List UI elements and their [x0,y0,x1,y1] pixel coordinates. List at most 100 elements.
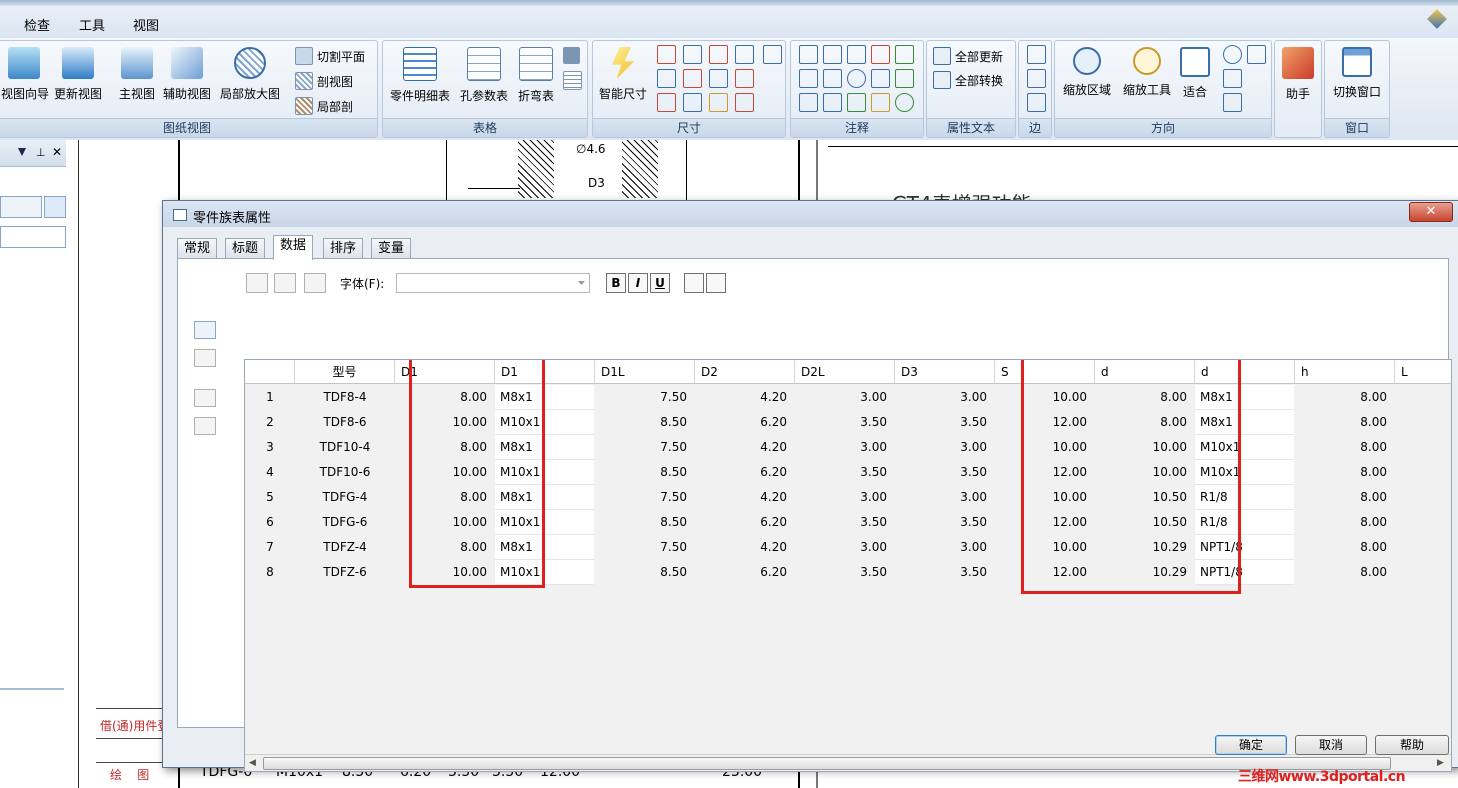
fit-button[interactable]: 适合 [1179,45,1211,100]
align-left-icon[interactable] [684,273,704,293]
grid-cell[interactable]: 23.0 [1395,460,1451,485]
grid-column-header[interactable]: h [1295,360,1395,384]
menu-tools[interactable]: 工具 [79,15,105,34]
grid-cell[interactable]: 4.20 [695,485,795,510]
underline-button[interactable]: U [650,273,670,293]
bend-table-button[interactable]: 折弯表 [515,45,557,104]
dialog-title-bar[interactable]: 零件族表属性 ✕ [163,201,1458,227]
panel-filter-select[interactable] [0,226,66,248]
grid-cell[interactable]: 8.00 [1295,560,1395,585]
bom-button[interactable]: 零件明细表 [387,45,453,104]
smart-dimension-button[interactable]: 智能尺寸 [595,45,651,102]
grid-cell[interactable]: 3.00 [895,435,995,460]
pin-icon[interactable]: ⊥ [36,146,46,159]
grid-cell[interactable]: 3.50 [895,410,995,435]
grid-cell[interactable]: 8.00 [1295,385,1395,410]
annotation-tool-14-icon[interactable] [871,93,890,112]
grid-cell[interactable]: 8.00 [1295,460,1395,485]
menu-view[interactable]: 视图 [133,15,159,34]
grid-cell[interactable]: 21.0 [1395,535,1451,560]
row-number[interactable]: 5 [245,485,295,510]
scroll-right-icon[interactable]: ▶ [1437,758,1444,768]
help-diamond-icon[interactable] [1427,9,1447,29]
grid-column-header[interactable]: D3 [895,360,995,384]
main-view-button[interactable]: 主视图 [117,45,157,102]
insert-row-icon[interactable] [246,273,268,293]
aux-view-button[interactable]: 辅助视图 [161,45,213,102]
dimension-tool-1-icon[interactable] [657,45,676,64]
help-button[interactable]: 帮助 [1375,735,1449,755]
ok-button[interactable]: 确定 [1215,735,1287,755]
annotation-tool-2-icon[interactable] [823,45,842,64]
panel-dropdown-icon[interactable] [18,148,26,156]
grid-cell[interactable]: 3.50 [795,460,895,485]
table-tool-icon[interactable] [563,47,580,64]
add-row-icon[interactable] [194,321,216,339]
grid-cell[interactable]: TDFG-6 [295,510,395,535]
grid-cell[interactable]: 21.0 [1395,485,1451,510]
switch-window-button[interactable]: 切换窗口 [1329,45,1385,100]
annotation-tool-13-icon[interactable] [847,93,866,112]
grid-cell[interactable]: 3.50 [895,560,995,585]
tab-sort[interactable]: 排序 [323,238,364,259]
row-number[interactable]: 7 [245,535,295,560]
tab-data[interactable]: 数据 [273,235,314,260]
grid-cell[interactable]: 21.0 [1395,385,1451,410]
hole-table-button[interactable]: 孔参数表 [457,45,511,104]
annotation-tool-8-icon[interactable] [847,69,866,88]
grid-cell[interactable]: 3.00 [795,435,895,460]
grid-cell[interactable]: 7.50 [595,385,695,410]
remove-row-icon[interactable] [194,349,216,367]
grid-column-header[interactable]: D2 [695,360,795,384]
grid-cell[interactable]: 7.50 [595,485,695,510]
dimension-tool-3-icon[interactable] [709,45,728,64]
scrollbar-thumb[interactable] [263,757,1391,770]
delete-row-icon[interactable] [274,273,296,293]
scroll-left-icon[interactable]: ◀ [249,758,256,768]
grid-cell[interactable]: 8.50 [595,460,695,485]
grid-cell[interactable]: TDF8-6 [295,410,395,435]
dimension-tool-9-icon[interactable] [657,93,676,112]
annotation-tool-3-icon[interactable] [847,45,866,64]
text-dimension-icon[interactable] [763,45,782,64]
grid-cell[interactable]: 23.0 [1395,560,1451,585]
zoom-tool-button[interactable]: 缩放工具 [1119,45,1175,98]
grid-column-header[interactable]: L [1395,360,1451,384]
grid-cell[interactable]: 3.00 [795,485,895,510]
grid-cell[interactable]: 4.20 [695,435,795,460]
annotation-tool-1-icon[interactable] [799,45,818,64]
edit-cell-icon[interactable] [304,273,326,293]
grid-cell[interactable]: 8.00 [1295,410,1395,435]
italic-button[interactable]: I [628,273,648,293]
assistant-button[interactable]: 助手 [1279,45,1317,102]
dimension-tool-2-icon[interactable] [683,45,702,64]
grid-cell[interactable]: 3.00 [895,485,995,510]
tab-general[interactable]: 常规 [177,238,218,259]
grid-cell[interactable]: 8.00 [1295,535,1395,560]
update-all-button[interactable]: 全部更新 [933,47,1003,65]
font-select[interactable] [396,273,590,293]
row-number[interactable]: 1 [245,385,295,410]
broken-section-button[interactable]: 局部剖 [295,97,353,115]
dialog-close-button[interactable]: ✕ [1409,202,1453,222]
bold-button[interactable]: B [606,273,626,293]
move-row-up-icon[interactable] [194,389,216,407]
grid-cell[interactable]: 7.50 [595,535,695,560]
family-data-grid[interactable]: 型号 D1 D1 D1L D2 D2L D3 Sd d h L 1 TDF8-4 8.00 M8x1 7.5… [244,359,1452,772]
grid-cell[interactable]: 8.50 [595,410,695,435]
grid-cell[interactable]: 7.50 [595,435,695,460]
align-bottom-icon[interactable] [706,273,726,293]
grid-cell[interactable]: 3.50 [895,510,995,535]
tab-title[interactable]: 标题 [225,238,266,259]
row-number[interactable]: 4 [245,460,295,485]
move-row-down-icon[interactable] [194,417,216,435]
grid-cell[interactable]: 3.00 [795,535,895,560]
row-number[interactable]: 8 [245,560,295,585]
magnifier-icon[interactable] [1223,45,1242,64]
dimension-tool-10-icon[interactable] [683,93,702,112]
grid-cell[interactable]: 8.00 [1295,485,1395,510]
grid-cell[interactable]: TDFG-4 [295,485,395,510]
grid-cell[interactable]: 6.20 [695,460,795,485]
view-edit-icon[interactable] [1223,93,1242,112]
grid-cell[interactable]: 3.00 [895,385,995,410]
